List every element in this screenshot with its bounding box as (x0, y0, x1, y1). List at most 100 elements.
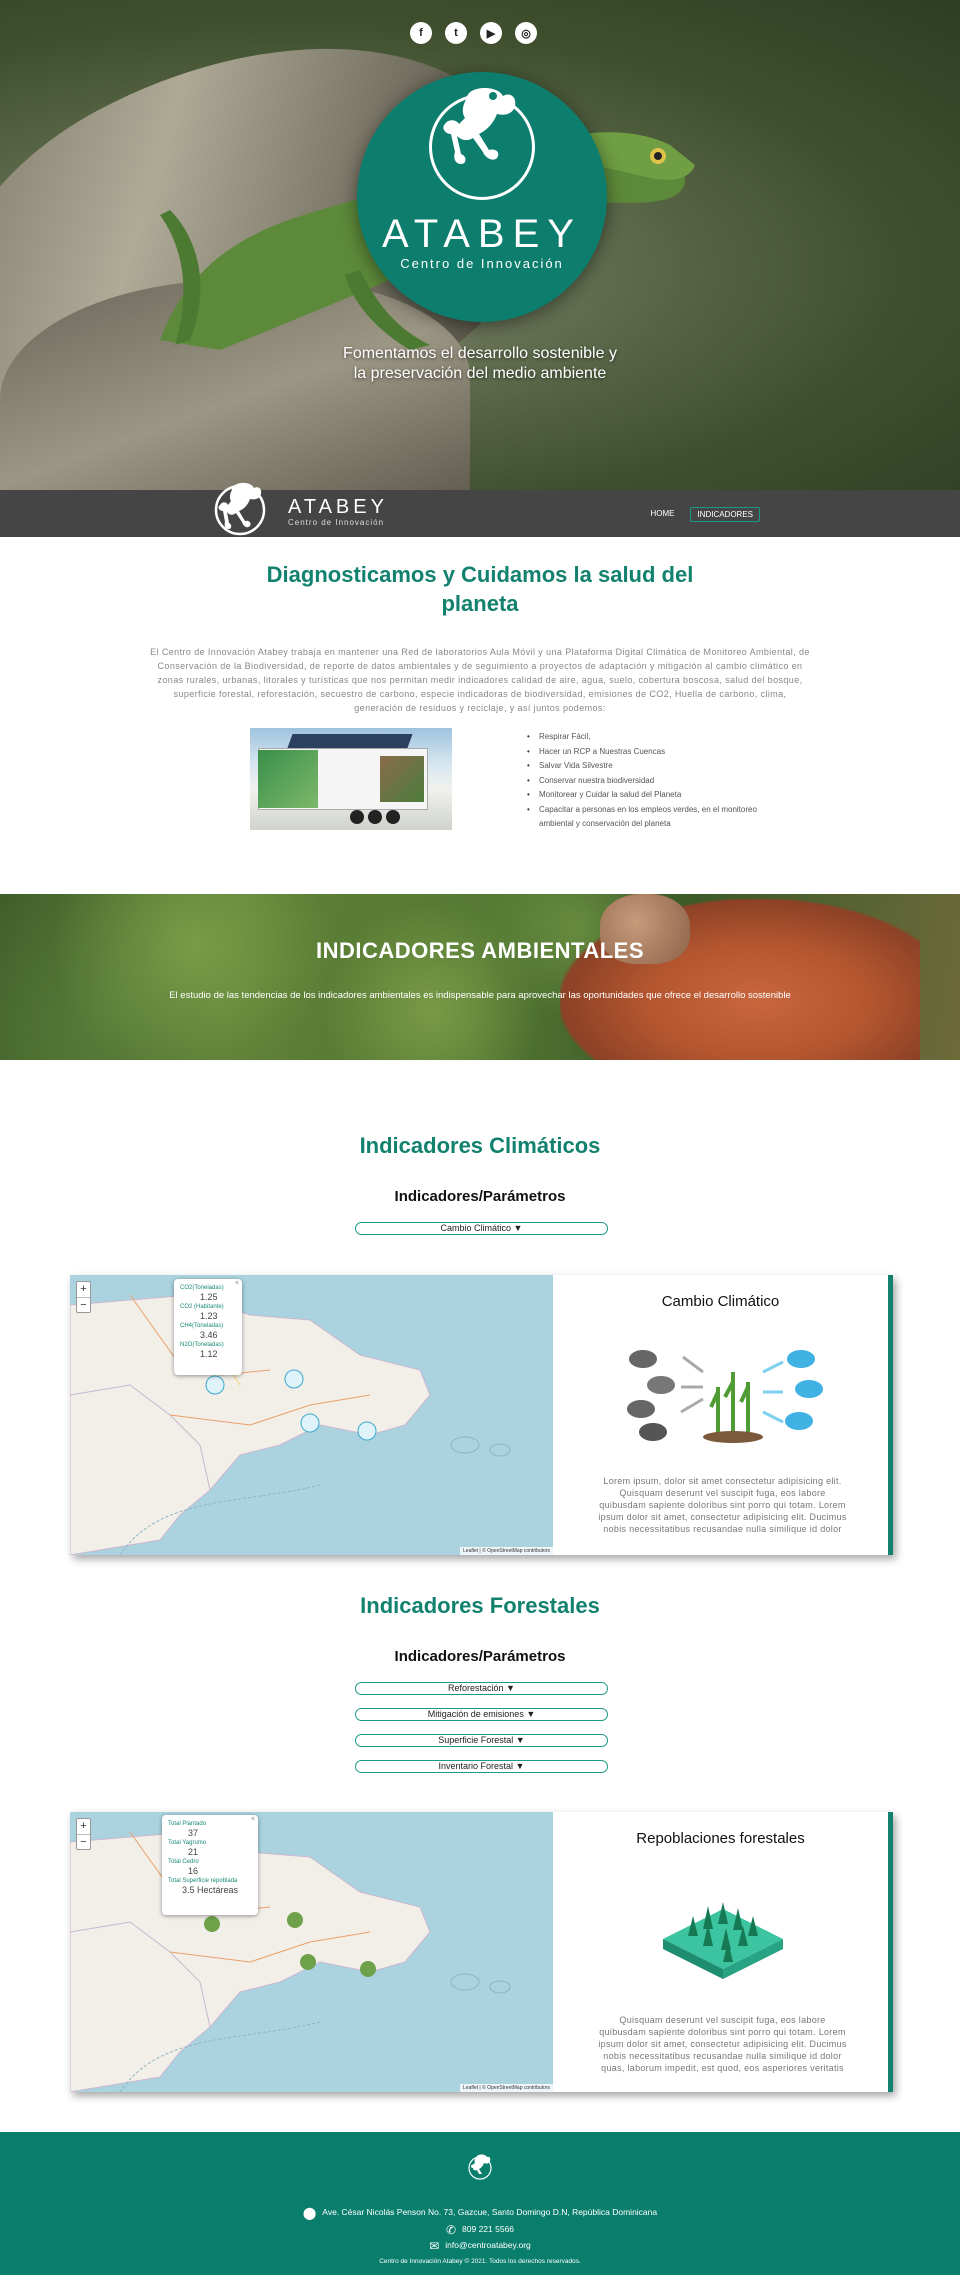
mobile-lab-image (250, 728, 452, 830)
instagram-icon[interactable]: ◎ (515, 22, 537, 44)
popup-label: CO2(Toneladas) (180, 1285, 224, 1291)
popup-value: 1.25 (200, 1292, 218, 1302)
forest-card: + − × Total Plantado 37 Total Yagrumo 21… (70, 1812, 893, 2092)
lab-trailer-graphic (380, 756, 424, 802)
footer: ⬤ Ave. César Nicolás Penson No. 73, Gazcu… (0, 2132, 960, 2275)
list-item: Hacer un RCP a Nuestras Cuencas (527, 745, 787, 760)
footer-phone: ✆ 809 221 5566 (0, 2223, 960, 2237)
phone-text[interactable]: 809 221 5566 (462, 2224, 514, 2234)
map-popup: × Total Plantado 37 Total Yagrumo 21 Tot… (162, 1815, 258, 1915)
info-title: Cambio Climático (661, 1293, 780, 1310)
forest-plot-illustration-icon (663, 1902, 783, 1979)
climate-card: + − × CO2(Toneladas) 1.25 CO2 (Habitante… (70, 1275, 893, 1555)
popup-label: Total Plantado (168, 1821, 207, 1827)
hero-section: f t ▶ ◎ ATABEY Centro de Innovación Fome… (0, 0, 960, 490)
map-attribution[interactable]: Leaflet | © OpenStreetMap contributors (460, 1547, 553, 1555)
tagline-line-2: la preservación del medio ambiente (353, 365, 607, 382)
popup-close-icon[interactable]: × (251, 1816, 255, 1823)
tagline-line-1: Fomentamos el desarrollo sostenible y (343, 345, 617, 362)
intro-paragraph: El Centro de Innovación Atabey trabaja e… (150, 647, 810, 713)
footer-copyright: Centro de Innovación Atabey © 2021. Todo… (379, 2258, 581, 2265)
emissions-mitigation-select[interactable]: Mitigación de emisiones ▼ (355, 1708, 608, 1721)
popup-value: 16 (188, 1866, 199, 1876)
youtube-icon[interactable]: ▶ (480, 22, 502, 44)
indicators-banner: INDICADORES AMBIENTALES El estudio de la… (0, 894, 960, 1060)
nav-links: HOME INDICADORES (644, 507, 760, 522)
brand-subtitle: Centro de Innovación (400, 256, 564, 271)
forest-subtitle: Indicadores/Parámetros (394, 1648, 566, 1665)
nav-brand-subtitle: Centro de Innovación (288, 518, 385, 527)
phone-icon: ✆ (445, 2223, 457, 2237)
zoom-in-button[interactable]: + (77, 1819, 90, 1834)
forest-surface-select[interactable]: Superficie Forestal ▼ (355, 1734, 608, 1747)
footer-email: ✉ info@centroatabey.org (0, 2239, 960, 2253)
popup-value: 1.23 (200, 1311, 218, 1321)
climate-subtitle: Indicadores/Parámetros (394, 1188, 566, 1205)
address-text: Ave. César Nicolás Penson No. 73, Gazcue… (322, 2207, 658, 2217)
list-item: Monitorear y Cuidar la salud del Planeta (527, 788, 787, 803)
hero-tagline: Fomentamos el desarrollo sostenible y la… (0, 344, 960, 384)
email-icon: ✉ (429, 2239, 440, 2253)
solar-panel (287, 734, 413, 748)
footer-logo-icon[interactable] (464, 2152, 496, 2182)
popup-label: Total Cedro (168, 1859, 199, 1865)
co2-illustration-icon (627, 1350, 823, 1443)
climate-info-panel: Cambio Climático Lorem ipsum, dolor sit … (553, 1275, 893, 1555)
popup-label: CO2 (Habitante) (180, 1304, 224, 1310)
map-land (70, 1294, 511, 1555)
popup-label: Total Superficie repoblada (168, 1878, 238, 1884)
map-zoom-control: + − (76, 1818, 91, 1850)
forest-map[interactable]: + − × Total Plantado 37 Total Yagrumo 21… (70, 1812, 553, 2092)
zoom-in-button[interactable]: + (77, 1282, 90, 1297)
reforestation-select[interactable]: Reforestación ▼ (355, 1682, 608, 1695)
nav-brand-name: ATABEY (288, 496, 388, 518)
popup-value: 37 (188, 1828, 199, 1838)
popup-value: 3.5 Hectáreas (182, 1885, 239, 1895)
intro-title-line-1: Diagnosticamos y Cuidamos la salud del (266, 562, 694, 587)
banner-text: El estudio de las tendencias de los indi… (169, 990, 791, 1001)
map-land (70, 1831, 511, 2092)
list-item: Capacitar a personas en los empleos verd… (527, 803, 787, 832)
navbar: ATABEY Centro de Innovación HOME INDICAD… (0, 482, 960, 537)
map-popup: × CO2(Toneladas) 1.25 CO2 (Habitante) 1.… (174, 1279, 242, 1375)
nav-link-home[interactable]: HOME (644, 507, 680, 522)
wheel (350, 810, 364, 824)
nav-logo[interactable]: ATABEY Centro de Innovación (210, 476, 390, 538)
climate-title: Indicadores Climáticos (359, 1133, 601, 1158)
nav-link-indicadores[interactable]: INDICADORES (690, 507, 760, 522)
popup-value: 21 (188, 1847, 199, 1857)
forest-info-panel: Repoblaciones forestales Quisquam deseru… (553, 1812, 893, 2092)
atabey-logo: ATABEY Centro de Innovación (357, 72, 607, 322)
popup-close-icon[interactable]: × (235, 1280, 239, 1287)
twitter-icon[interactable]: t (445, 22, 467, 44)
wheel (386, 810, 400, 824)
list-item: Conservar nuestra biodiversidad (527, 774, 787, 789)
wheel (368, 810, 382, 824)
map-attribution[interactable]: Leaflet | © OpenStreetMap contributors (460, 2084, 553, 2092)
facebook-icon[interactable]: f (410, 22, 432, 44)
intro-title: Diagnosticamos y Cuidamos la salud del p… (0, 560, 960, 618)
footer-address: ⬤ Ave. César Nicolás Penson No. 73, Gazcu… (0, 2206, 960, 2220)
banner-title: INDICADORES AMBIENTALES (315, 938, 645, 963)
info-title: Repoblaciones forestales (636, 1830, 805, 1847)
zoom-out-button[interactable]: − (77, 1834, 90, 1849)
list-item: Salvar Vida Silvestre (527, 759, 787, 774)
popup-label: N2O(Toneladas) (180, 1342, 224, 1348)
info-text: Quisquam deserunt vel suscipit fuga, eos… (598, 2015, 847, 2073)
lab-trailer-wrap (258, 750, 318, 808)
intro-title-line-2: planeta (441, 591, 519, 616)
popup-label: CH4(Toneladas) (180, 1323, 224, 1329)
zoom-out-button[interactable]: − (77, 1297, 90, 1312)
email-text[interactable]: info@centroatabey.org (445, 2240, 531, 2250)
forest-inventory-select[interactable]: Inventario Forestal ▼ (355, 1760, 608, 1773)
list-item: Respirar Fácil, (527, 730, 787, 745)
info-text: Lorem ipsum, dolor sit amet consectetur … (598, 1476, 847, 1534)
climate-map[interactable]: + − × CO2(Toneladas) 1.25 CO2 (Habitante… (70, 1275, 553, 1555)
map-zoom-control: + − (76, 1281, 91, 1313)
popup-label: Total Yagrumo (168, 1840, 207, 1846)
climate-select[interactable]: Cambio Climático ▼ (355, 1222, 608, 1235)
frog-icon (443, 87, 516, 164)
brand-name: ATABEY (382, 212, 582, 256)
frog-logo-icon (214, 482, 266, 536)
popup-value: 1.12 (200, 1349, 218, 1359)
